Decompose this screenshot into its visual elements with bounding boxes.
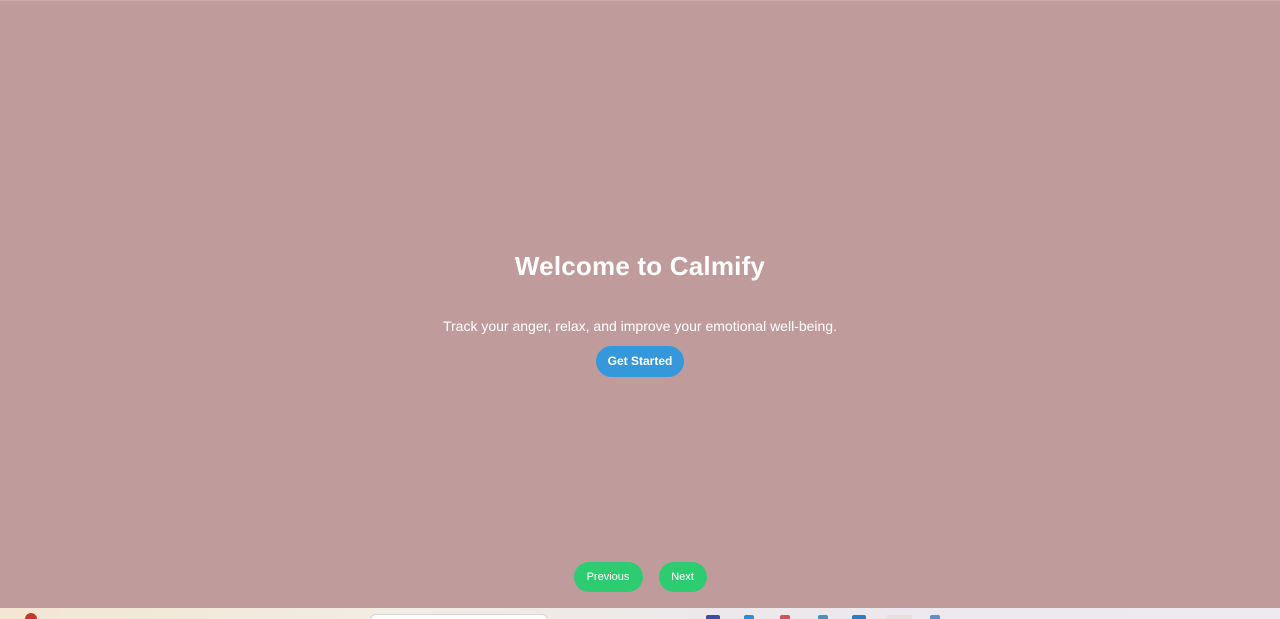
- app-icon[interactable]: [930, 615, 940, 619]
- chrome-icon[interactable]: [886, 615, 912, 619]
- hero-section: Welcome to Calmify Track your anger, rel…: [0, 251, 1280, 377]
- store-icon[interactable]: [818, 615, 828, 619]
- weather-icon[interactable]: [25, 613, 37, 619]
- mail-icon[interactable]: [780, 615, 790, 619]
- next-button[interactable]: Next: [658, 562, 707, 592]
- get-started-button[interactable]: Get Started: [596, 346, 684, 377]
- edge-icon[interactable]: [744, 615, 754, 619]
- page-subtitle: Track your anger, relax, and improve you…: [442, 318, 837, 334]
- os-taskbar: [0, 608, 1280, 619]
- app-page: Welcome to Calmify Track your anger, rel…: [0, 0, 1280, 608]
- slide-navigation: Previous Next: [0, 562, 1280, 592]
- taskbar-search-box[interactable]: [370, 614, 548, 619]
- page-title: Welcome to Calmify: [514, 251, 766, 281]
- vscode-icon[interactable]: [852, 615, 866, 619]
- previous-button[interactable]: Previous: [573, 562, 643, 592]
- file-explorer-icon[interactable]: [706, 615, 720, 619]
